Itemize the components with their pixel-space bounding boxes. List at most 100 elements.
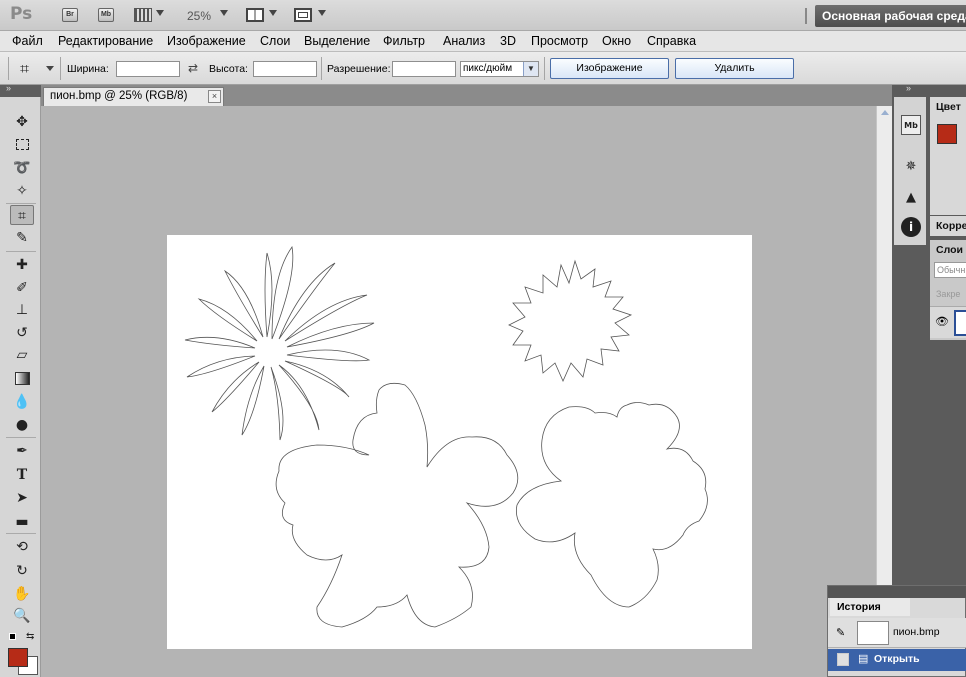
navigator-panel-icon[interactable]: ✵ — [901, 157, 921, 177]
eyedropper-tool-icon[interactable]: ✎ — [10, 228, 34, 248]
rectangle-tool-icon[interactable]: ▬ — [10, 512, 34, 532]
menu-3d[interactable]: 3D — [500, 34, 516, 48]
tool-separator — [6, 533, 36, 534]
scroll-up-icon[interactable] — [881, 110, 889, 115]
move-tool-icon[interactable]: ✥ — [10, 112, 34, 132]
tools-panel: » ✥ ➰ ✧ ⌗ ✎ ✚ ✐ ⊥ ↺ ▱ 💧 ● ✒ T ➤ ▬ ⟲ ↻ ✋ … — [0, 83, 41, 677]
history-panel-tab[interactable]: История — [830, 598, 910, 616]
dodge-tool-icon[interactable]: ● — [10, 415, 34, 435]
history-panel-header[interactable] — [828, 586, 966, 598]
foreground-color-swatch[interactable] — [8, 648, 28, 667]
document-canvas[interactable] — [167, 235, 752, 649]
menu-layers[interactable]: Слои — [260, 34, 290, 48]
chevron-down-icon[interactable] — [220, 10, 228, 16]
panel-icon-column: Mb ✵ ▲ i — [894, 97, 926, 245]
menu-edit[interactable]: Редактирование — [58, 34, 153, 48]
photoshop-logo: Ps — [10, 4, 33, 24]
path-selection-tool-icon[interactable]: ➤ — [10, 488, 34, 508]
default-colors-icon[interactable] — [9, 633, 16, 640]
chevron-down-icon[interactable]: ▼ — [523, 62, 538, 76]
blend-mode-select[interactable]: Обычн — [934, 262, 966, 278]
history-brush-tool-icon[interactable]: ↺ — [10, 323, 34, 343]
arrange-documents-icon[interactable] — [246, 8, 264, 22]
brush-tool-icon[interactable]: ✐ — [10, 278, 34, 298]
open-document-icon: ▤ — [858, 653, 869, 665]
info-panel-icon[interactable]: i — [901, 217, 921, 237]
type-tool-icon[interactable]: T — [10, 465, 34, 485]
histogram-panel-icon[interactable]: ▲ — [901, 188, 921, 208]
tool-separator — [6, 203, 36, 204]
chevron-down-icon[interactable] — [318, 10, 326, 16]
layers-panel-tab[interactable]: Слои — [936, 244, 963, 256]
bridge-icon[interactable]: Br — [62, 8, 78, 22]
menu-analysis[interactable]: Анализ — [443, 34, 485, 48]
chevron-down-icon[interactable] — [46, 66, 54, 71]
menu-filter[interactable]: Фильтр — [383, 34, 425, 48]
close-icon[interactable]: × — [208, 90, 221, 103]
resolution-label: Разрешение: — [327, 63, 391, 75]
eye-icon[interactable]: 👁 — [935, 315, 949, 328]
history-checkbox[interactable] — [837, 653, 849, 666]
history-state-label: Открыть — [874, 653, 920, 665]
swap-dimensions-icon[interactable]: ⇄ — [188, 61, 198, 75]
tool-separator — [6, 437, 36, 438]
chevron-down-icon[interactable] — [156, 10, 164, 16]
front-image-button[interactable]: Изображение — [550, 58, 669, 79]
adjustments-panel-tab[interactable]: Корре — [936, 220, 966, 232]
menu-select[interactable]: Выделение — [304, 34, 370, 48]
resolution-input[interactable] — [392, 61, 456, 77]
3d-orbit-tool-icon[interactable]: ↻ — [10, 561, 34, 581]
menu-view[interactable]: Просмотр — [531, 34, 588, 48]
tool-separator — [6, 251, 36, 252]
menu-image[interactable]: Изображение — [167, 34, 246, 48]
clear-button[interactable]: Удалить — [675, 58, 794, 79]
five-petal-flower-outline — [275, 382, 519, 628]
minibridge-panel-icon[interactable]: Mb — [901, 115, 921, 135]
tools-panel-header[interactable]: » — [0, 83, 41, 97]
history-panel: История ✎ пион.bmp ▤ Открыть — [827, 585, 966, 677]
color-panel-foreground-swatch[interactable] — [937, 124, 957, 144]
height-input[interactable] — [253, 61, 317, 77]
chevron-down-icon[interactable] — [269, 10, 277, 16]
gradient-tool-icon[interactable] — [10, 369, 34, 389]
layer-row[interactable]: 👁 — [930, 306, 966, 338]
resolution-units-select[interactable]: пикс/дюйм ▼ — [460, 61, 539, 77]
document-tab[interactable]: пион.bmp @ 25% (RGB/8) × — [43, 87, 224, 106]
history-snapshot-row[interactable]: ✎ пион.bmp — [828, 618, 966, 648]
healing-brush-tool-icon[interactable]: ✚ — [10, 255, 34, 275]
crop-tool-icon[interactable]: ⌗ — [10, 205, 34, 225]
color-panel-tab[interactable]: Цвет — [936, 101, 961, 113]
divider — [544, 57, 545, 80]
divider — [60, 57, 61, 80]
snapshot-label: пион.bmp — [893, 626, 940, 638]
application-bar: Ps Br Mb 25% Основная рабочая среда — [0, 0, 966, 31]
marquee-tool-icon[interactable] — [10, 135, 34, 155]
width-input[interactable] — [116, 61, 180, 77]
blur-tool-icon[interactable]: 💧 — [10, 392, 34, 412]
quick-selection-tool-icon[interactable]: ✧ — [10, 181, 34, 201]
3d-rotate-tool-icon[interactable]: ⟲ — [10, 537, 34, 557]
menu-help[interactable]: Справка — [647, 34, 696, 48]
menu-file[interactable]: Файл — [12, 34, 43, 48]
options-bar: ⌗ Ширина: ⇄ Высота: Разрешение: пикс/дюй… — [0, 52, 966, 85]
hand-tool-icon[interactable]: ✋ — [10, 584, 34, 604]
screen-mode-icon[interactable] — [294, 8, 312, 22]
zoom-level-display[interactable]: 25% — [187, 9, 211, 23]
lasso-tool-icon[interactable]: ➰ — [10, 158, 34, 178]
minibridge-icon[interactable]: Mb — [98, 8, 114, 22]
expand-panels-icon[interactable]: » — [906, 83, 911, 93]
pen-tool-icon[interactable]: ✒ — [10, 441, 34, 461]
view-extras-icon[interactable] — [134, 8, 152, 22]
history-state-row[interactable]: ▤ Открыть — [828, 649, 966, 671]
layer-thumbnail — [954, 310, 966, 336]
daisy-petals-outline — [184, 245, 375, 441]
zoom-tool-icon[interactable]: 🔍 — [10, 606, 34, 626]
crop-icon[interactable]: ⌗ — [20, 59, 42, 79]
menu-window[interactable]: Окно — [602, 34, 631, 48]
history-brush-source-icon[interactable]: ✎ — [836, 626, 845, 639]
workspace-switcher-button[interactable]: Основная рабочая среда — [815, 5, 966, 27]
clone-stamp-tool-icon[interactable]: ⊥ — [10, 300, 34, 320]
collapse-icon[interactable]: » — [6, 83, 11, 93]
eraser-tool-icon[interactable]: ▱ — [10, 345, 34, 365]
swap-colors-icon[interactable]: ⇆ — [26, 631, 34, 642]
